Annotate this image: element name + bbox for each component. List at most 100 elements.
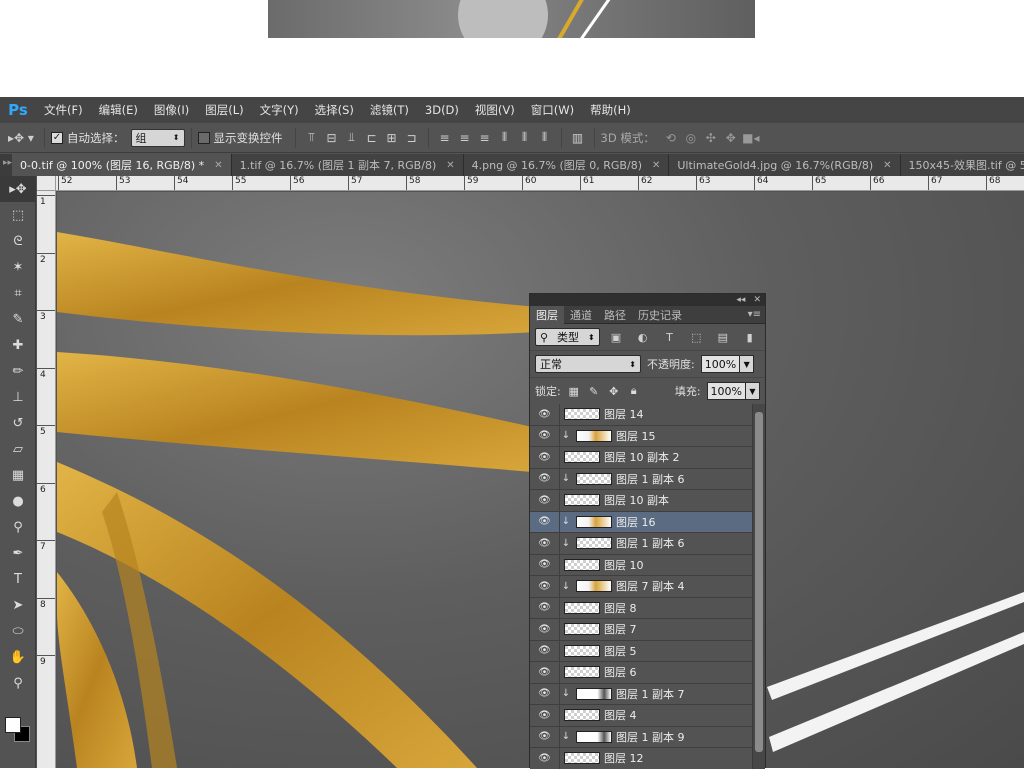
collapse-panel-icon[interactable]: ◂◂ (736, 295, 745, 305)
distribute-right-icon[interactable]: ⦀ (535, 129, 555, 147)
menu-image[interactable]: 图像(I) (146, 102, 197, 118)
layer-row[interactable]: 👁︎ ↓ 图层 1 副本 6 (530, 532, 753, 555)
filter-shape-icon[interactable]: ⬚ (686, 329, 707, 345)
healing-brush-icon[interactable]: ✚ (0, 332, 36, 358)
magic-wand-icon[interactable]: ✶ (0, 254, 36, 280)
fill-input[interactable]: 100% (706, 382, 746, 400)
type-icon[interactable]: T (0, 566, 36, 592)
lock-position-icon[interactable]: ✥ (607, 384, 621, 398)
crop-icon[interactable]: ⌗ (0, 280, 36, 306)
dodge-icon[interactable]: ⚲ (0, 514, 36, 540)
tab-layers[interactable]: 图层 (530, 305, 564, 324)
slide-3d-icon[interactable]: ✥ (721, 129, 741, 147)
tab-channels[interactable]: 通道 (564, 306, 598, 324)
zoom-icon[interactable]: ⚲ (0, 670, 36, 696)
visibility-eye-icon[interactable]: 👁︎ (530, 618, 560, 640)
visibility-eye-icon[interactable]: 👁︎ (530, 575, 560, 597)
align-bottom-icon[interactable]: ⫫ (342, 129, 362, 147)
distribute-bottom-icon[interactable]: ≡ (475, 129, 495, 147)
align-left-icon[interactable]: ⊏ (362, 129, 382, 147)
lock-all-icon[interactable]: 🔒︎ (627, 384, 641, 398)
clone-stamp-icon[interactable]: ⊥ (0, 384, 36, 410)
distribute-left-icon[interactable]: ⦀ (495, 129, 515, 147)
auto-select-dropdown[interactable]: 组 ⬍ (130, 128, 185, 147)
distribute-vcenter-icon[interactable]: ≡ (455, 129, 475, 147)
visibility-eye-icon[interactable]: 👁︎ (530, 532, 560, 554)
marquee-icon[interactable]: ⬚ (0, 202, 36, 228)
opacity-input[interactable]: 100% (700, 355, 741, 373)
layer-row[interactable]: 👁︎ ↓ 图层 16 (530, 511, 753, 533)
path-selection-icon[interactable]: ➤ (0, 592, 36, 618)
align-top-icon[interactable]: ⫪ (302, 129, 322, 147)
eraser-icon[interactable]: ▱ (0, 436, 36, 462)
layer-row[interactable]: 👁︎ 图层 12 (530, 747, 753, 769)
visibility-eye-icon[interactable]: 👁︎ (530, 511, 560, 533)
filter-pixel-icon[interactable]: ▣ (606, 329, 627, 345)
ellipse-icon[interactable]: ⬭ (0, 618, 36, 644)
lock-paint-icon[interactable]: ✎ (587, 384, 601, 398)
lock-transparency-icon[interactable]: ▦ (567, 384, 581, 398)
layer-row[interactable]: 👁︎ 图层 10 副本 (530, 489, 753, 512)
distribute-top-icon[interactable]: ≡ (435, 129, 455, 147)
tab-paths[interactable]: 路径 (598, 306, 632, 324)
menu-select[interactable]: 选择(S) (307, 102, 362, 118)
foreground-color-swatch[interactable] (5, 717, 21, 733)
close-icon[interactable]: ✕ (652, 160, 660, 171)
brush-icon[interactable]: ✏ (0, 358, 36, 384)
hand-icon[interactable]: ✋ (0, 644, 36, 670)
scale-3d-icon[interactable]: ■◂ (741, 129, 761, 147)
visibility-eye-icon[interactable]: 👁︎ (530, 726, 560, 748)
doc-tab-0[interactable]: 0-0.tif @ 100% (图层 16, RGB/8) * ✕ (12, 154, 232, 176)
move-icon[interactable]: ▸✥ (0, 176, 36, 202)
align-right-icon[interactable]: ⊐ (402, 129, 422, 147)
visibility-eye-icon[interactable]: 👁︎ (530, 597, 560, 619)
panel-menu-icon[interactable]: ▾≡ (748, 309, 765, 320)
collapse-handle-icon[interactable]: ▸▸ (0, 154, 13, 176)
visibility-eye-icon[interactable]: 👁︎ (530, 683, 560, 705)
layer-row[interactable]: 👁︎ 图层 10 副本 2 (530, 446, 753, 469)
distribute-hcenter-icon[interactable]: ⦀ (515, 129, 535, 147)
filter-kind-dropdown[interactable]: ⚲ 类型 ⬍ (535, 328, 600, 346)
close-icon[interactable]: ✕ (214, 160, 222, 171)
pen-icon[interactable]: ✒ (0, 540, 36, 566)
menu-layer[interactable]: 图层(L) (197, 102, 251, 118)
align-vcenter-icon[interactable]: ⊟ (322, 129, 342, 147)
layer-row[interactable]: 👁︎ ↓ 图层 15 (530, 425, 753, 447)
layer-row[interactable]: 👁︎ 图层 7 (530, 618, 753, 641)
vertical-ruler[interactable]: 1 2 3 4 5 6 7 8 9 (37, 191, 56, 768)
visibility-eye-icon[interactable]: 👁︎ (530, 704, 560, 726)
scrollbar-thumb[interactable] (755, 412, 763, 752)
move-tool-preset-icon[interactable]: ▸✥ ▾ (4, 129, 38, 147)
tab-history[interactable]: 历史记录 (632, 306, 688, 324)
menu-edit[interactable]: 编辑(E) (91, 102, 146, 118)
layer-row[interactable]: 👁︎ ↓ 图层 1 副本 6 (530, 468, 753, 490)
menu-type[interactable]: 文字(Y) (252, 102, 307, 118)
doc-tab-3[interactable]: UltimateGold4.jpg @ 16.7%(RGB/8) ✕ (669, 154, 901, 176)
align-hcenter-icon[interactable]: ⊞ (382, 129, 402, 147)
roll-3d-icon[interactable]: ◎ (681, 129, 701, 147)
auto-align-icon[interactable]: ▥ (568, 129, 588, 147)
pan-3d-icon[interactable]: ✣ (701, 129, 721, 147)
layer-row[interactable]: 👁︎ 图层 6 (530, 661, 753, 684)
doc-tab-1[interactable]: 1.tif @ 16.7% (图层 1 副本 7, RGB/8) ✕ (231, 154, 464, 176)
close-icon[interactable]: ✕ (753, 295, 761, 305)
visibility-eye-icon[interactable]: 👁︎ (530, 554, 560, 576)
layer-row[interactable]: 👁︎ 图层 14 (530, 404, 753, 426)
visibility-eye-icon[interactable]: 👁︎ (530, 661, 560, 683)
filter-adjustment-icon[interactable]: ◐ (632, 329, 653, 345)
filter-toggle-icon[interactable]: ▮ (739, 329, 760, 345)
gradient-icon[interactable]: ▦ (0, 462, 36, 488)
auto-select-checkbox[interactable]: ✓ (51, 131, 63, 144)
menu-file[interactable]: 文件(F) (36, 102, 91, 118)
chevron-down-icon[interactable]: ▼ (746, 382, 760, 400)
filter-smart-object-icon[interactable]: ▤ (713, 329, 734, 345)
blend-mode-dropdown[interactable]: 正常 ⬍ (535, 355, 641, 373)
menu-help[interactable]: 帮助(H) (582, 102, 639, 118)
visibility-eye-icon[interactable]: 👁︎ (530, 425, 560, 447)
layer-row[interactable]: 👁︎ 图层 4 (530, 704, 753, 727)
layer-row[interactable]: 👁︎ 图层 5 (530, 640, 753, 662)
menu-3d[interactable]: 3D(D) (417, 103, 467, 117)
visibility-eye-icon[interactable]: 👁︎ (530, 747, 560, 769)
doc-tab-4[interactable]: 150x45-效果图.tif @ 50% (900, 154, 1024, 176)
lasso-icon[interactable]: ᘓ (0, 228, 36, 254)
